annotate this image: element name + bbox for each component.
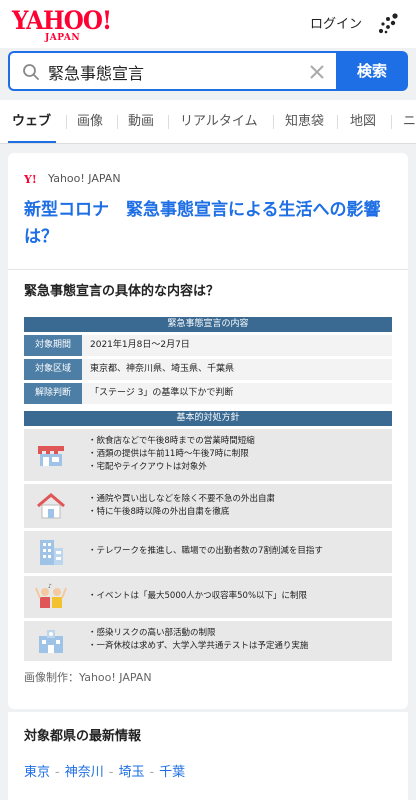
result-card: Y! Yahoo! JAPAN 新型コロナ 緊急事態宣言による生活への影響は？ …: [8, 153, 408, 709]
image-credit: 画像制作：Yahoo! JAPAN: [24, 671, 152, 684]
info-value: 「ステージ 3」の基準以下かで判断: [90, 388, 234, 398]
tab-separator: [391, 115, 392, 129]
tab-map[interactable]: 地図: [350, 100, 376, 143]
search-button[interactable]: 検索: [336, 51, 408, 91]
policy-row: ・感染リスクの高い部活動の制限・一斉休校は求めず、大学入学共通テストは予定通り実…: [24, 621, 392, 661]
tab-separator: [337, 115, 338, 129]
policy-row: ・通院や買い出しなどを除く不要不急の外出自粛 ・特に午後8時以降の外出自粛を徹底: [24, 484, 392, 528]
policy-row: ・飲食店などで午後8時までの営業時間短縮 ・酒類の提供は午前11時～午後7時に制…: [24, 429, 392, 481]
yahoo-y-icon: Y!: [24, 173, 37, 185]
prefecture-link-chiba[interactable]: 千葉: [159, 765, 185, 780]
link-separator: -: [149, 765, 155, 780]
info-label: 対象期間: [24, 335, 82, 356]
info-label: 解除判断: [24, 383, 82, 404]
info-label: 対象区域: [24, 359, 82, 380]
info-value: 東京都、神奈川県、埼玉県、千葉県: [90, 364, 235, 374]
logo-subtext: JAPAN: [45, 33, 81, 43]
office-building-icon: [40, 540, 63, 565]
school-icon: [39, 630, 63, 653]
house-icon: [37, 493, 65, 519]
tab-separator: [273, 115, 274, 129]
policy-text-line: ・一斉休校は求めず、大学入学共通テストは予定通り実施: [88, 641, 309, 651]
svg-text:Y!: Y!: [24, 173, 37, 185]
policy-text-line: ・テレワークを推進し、職場での出勤者数の7割削減を目指す: [88, 546, 323, 556]
search-box[interactable]: [8, 51, 336, 91]
logo-text: YAHOO!: [12, 6, 112, 35]
yahoo-japan-logo[interactable]: YAHOO! JAPAN: [12, 6, 124, 44]
link-separator: -: [55, 765, 60, 780]
policy-text-line: ・通院や買い出しなどを除く不要不急の外出自粛: [88, 494, 276, 504]
tab-chiebukuro[interactable]: 知恵袋: [285, 100, 324, 143]
prefecture-link-saitama[interactable]: 埼玉: [118, 765, 144, 780]
tab-separator: [117, 115, 118, 129]
info-row: 対象期間 2021年1月8日～2月7日: [24, 335, 392, 356]
infographic-image[interactable]: 緊急事態宣言の内容 対象期間 2021年1月8日～2月7日 対象区域 東京都、神…: [24, 317, 392, 661]
info-row: 対象区域 東京都、神奈川県、埼玉県、千葉県: [24, 359, 392, 380]
tab-videos[interactable]: 動画: [128, 100, 154, 143]
login-link[interactable]: ログイン: [310, 16, 362, 34]
policy-text-line: ・酒類の提供は午前11時～午後7時に制限: [88, 449, 249, 459]
svg-text:♪: ♪: [48, 583, 52, 590]
info-row: 解除判断 「ステージ 3」の基準以下かで判断: [24, 383, 392, 404]
section-heading: 緊急事態宣言の具体的な内容は？: [24, 284, 220, 299]
header: YAHOO! JAPAN ログイン: [0, 0, 416, 48]
prefectures-heading: 対象都県の最新情報: [24, 729, 142, 744]
policy-row: ・テレワークを推進し、職場での出勤者数の7割削減を目指す: [24, 531, 392, 573]
tab-images[interactable]: 画像: [77, 100, 103, 143]
tab-news[interactable]: ニ: [403, 100, 416, 143]
search-tabs: ウェブ 画像 動画 リアルタイム 知恵袋 地図 ニ: [0, 100, 416, 144]
event-people-icon: ♪: [35, 583, 67, 608]
prefectures-card: 対象都県の最新情報 東京 - 神奈川 - 埼玉 - 千葉: [8, 712, 408, 800]
tab-realtime[interactable]: リアルタイム: [180, 100, 258, 143]
policy-text-line: ・感染リスクの高い部活動の制限: [88, 628, 216, 638]
search-bar: 検索: [8, 51, 408, 91]
prefecture-links: 東京 - 神奈川 - 埼玉 - 千葉: [24, 764, 185, 782]
search-input[interactable]: [48, 59, 298, 85]
result-title-link[interactable]: 新型コロナ 緊急事態宣言による生活への影響は？: [24, 197, 396, 251]
active-tab-indicator: [8, 141, 56, 143]
policy-text-line: ・イベントは「最大5000人かつ収容率50%以下」に制限: [88, 591, 308, 601]
tab-separator: [168, 115, 169, 129]
tab-separator: [66, 115, 67, 129]
restaurant-icon: [38, 446, 64, 466]
infographic-header: 緊急事態宣言の内容: [24, 317, 392, 332]
policy-text-line: ・飲食店などで午後8時までの営業時間短縮: [88, 436, 255, 446]
link-separator: -: [108, 765, 114, 780]
policy-text-line: ・特に午後8時以降の外出自粛を徹底: [88, 507, 230, 517]
source-name: Yahoo! JAPAN: [48, 172, 121, 185]
infographic-header: 基本的対処方針: [24, 411, 392, 426]
divider: [8, 269, 408, 270]
info-value: 2021年1月8日～2月7日: [90, 340, 190, 350]
clear-icon[interactable]: [308, 63, 326, 81]
apps-dots-icon[interactable]: [376, 12, 400, 36]
policy-row: ♪ ・イベントは「最大5000人かつ収容率50%以下」に制限: [24, 576, 392, 618]
search-icon: [23, 64, 39, 80]
policy-text-line: ・宅配やテイクアウトは対象外: [88, 462, 207, 472]
prefecture-link-tokyo[interactable]: 東京: [24, 765, 50, 780]
tab-web[interactable]: ウェブ: [12, 100, 51, 143]
prefecture-link-kanagawa[interactable]: 神奈川: [65, 765, 104, 780]
